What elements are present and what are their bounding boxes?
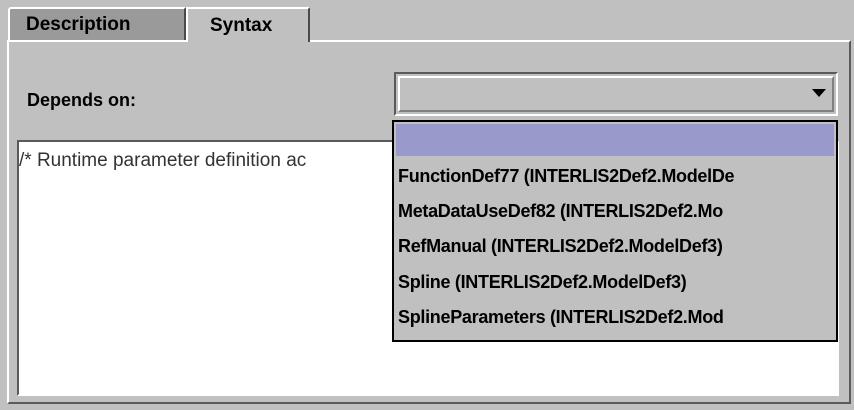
- depends-on-combobox[interactable]: [394, 72, 838, 116]
- tab-description[interactable]: Description: [8, 7, 186, 40]
- tab-syntax[interactable]: Syntax: [186, 7, 310, 42]
- dropdown-item[interactable]: MetaDataUseDef82 (INTERLIS2Def2.Mo: [398, 201, 723, 222]
- combobox-value: [398, 76, 834, 112]
- dropdown-item[interactable]: FunctionDef77 (INTERLIS2Def2.ModelDe: [398, 166, 735, 187]
- dropdown-item-empty[interactable]: [396, 124, 834, 156]
- dropdown-item[interactable]: RefManual (INTERLIS2Def2.ModelDef3): [398, 236, 723, 257]
- depends-on-dropdown-list: FunctionDef77 (INTERLIS2Def2.ModelDe Met…: [392, 120, 838, 342]
- dropdown-item[interactable]: SplineParameters (INTERLIS2Def2.Mod: [398, 307, 724, 328]
- syntax-text-line: /* Runtime parameter definition ac: [19, 150, 307, 171]
- tab-syntax-label: Syntax: [210, 14, 273, 36]
- dropdown-item[interactable]: Spline (INTERLIS2Def2.ModelDef3): [398, 272, 687, 293]
- depends-on-label: Depends on:: [27, 90, 137, 110]
- tab-bar: Description Syntax: [8, 7, 854, 42]
- tab-description-label: Description: [26, 13, 131, 35]
- chevron-down-icon[interactable]: [812, 89, 826, 97]
